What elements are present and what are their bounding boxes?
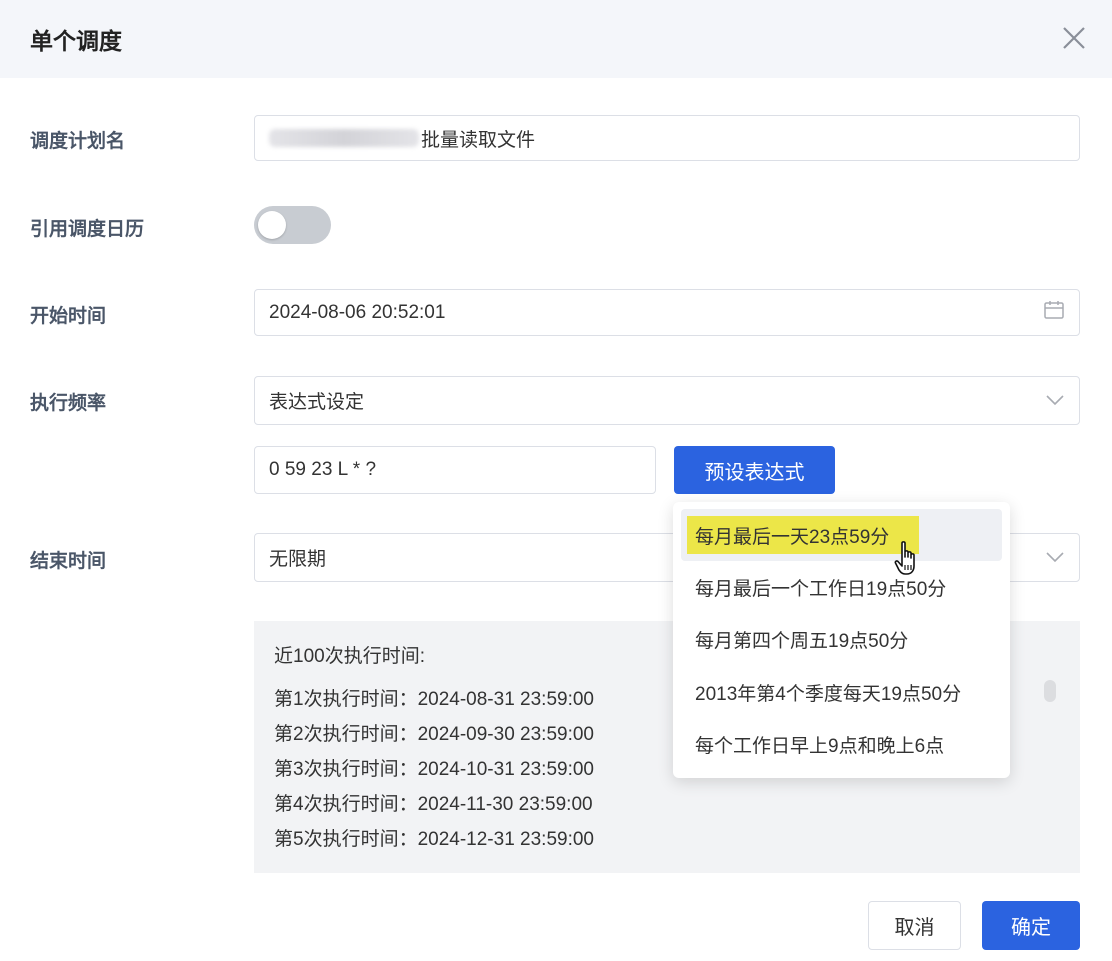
preset-expression-button[interactable]: 预设表达式: [674, 446, 835, 494]
dialog-header: 单个调度: [0, 0, 1112, 78]
preset-option[interactable]: 每月第四个周五19点50分: [681, 613, 1002, 665]
execution-time-row: 第3次执行时间：2024-10-31 23:59:00: [274, 759, 594, 780]
dialog-title: 单个调度: [30, 28, 122, 54]
plan-name-label: 调度计划名: [30, 131, 126, 152]
cancel-button[interactable]: 取消: [868, 901, 961, 950]
preview-heading: 近100次执行时间:: [274, 646, 425, 667]
start-time-label: 开始时间: [30, 306, 107, 327]
preset-option[interactable]: 每月最后一个工作日19点50分: [681, 561, 1002, 613]
preset-expression-dropdown: 每月最后一天23点59分 每月最后一个工作日19点50分 每月第四个周五19点5…: [673, 502, 1010, 778]
use-calendar-label: 引用调度日历: [30, 219, 145, 240]
confirm-button[interactable]: 确定: [982, 901, 1080, 950]
chevron-down-icon: [1045, 547, 1065, 569]
frequency-value: 表达式设定: [269, 392, 365, 413]
calendar-icon[interactable]: [1043, 300, 1065, 326]
execution-time-row: 第2次执行时间：2024-09-30 23:59:00: [274, 724, 594, 745]
execution-time-row: 第5次执行时间：2024-12-31 23:59:00: [274, 829, 594, 850]
redacted-text: [269, 129, 419, 147]
cron-expression-input[interactable]: 0 59 23 L * ?: [254, 446, 656, 494]
close-icon[interactable]: [1058, 22, 1090, 54]
execution-time-row: 第4次执行时间：2024-11-30 23:59:00: [274, 794, 593, 815]
frequency-label: 执行频率: [30, 393, 107, 414]
start-time-input[interactable]: 2024-08-06 20:52:01: [254, 289, 1080, 336]
use-calendar-toggle[interactable]: [254, 206, 331, 244]
start-time-value: 2024-08-06 20:52:01: [269, 301, 446, 323]
frequency-select[interactable]: 表达式设定: [254, 376, 1080, 425]
execution-time-row: 第1次执行时间：2024-08-31 23:59:00: [274, 689, 594, 710]
preset-option[interactable]: 2013年第4个季度每天19点50分: [681, 666, 1002, 718]
cron-expression-value: 0 59 23 L * ?: [269, 459, 377, 480]
chevron-down-icon: [1045, 390, 1065, 412]
preset-option[interactable]: 每月最后一天23点59分: [681, 509, 1002, 561]
toggle-knob: [258, 211, 286, 239]
plan-name-value: 批量读取文件: [421, 129, 536, 151]
end-time-label: 结束时间: [30, 551, 107, 572]
preset-option[interactable]: 每个工作日早上9点和晚上6点: [681, 718, 1002, 770]
plan-name-input[interactable]: 批量读取文件: [254, 115, 1080, 161]
scrollbar-thumb[interactable]: [1044, 680, 1056, 702]
end-time-value: 无限期: [269, 549, 327, 570]
